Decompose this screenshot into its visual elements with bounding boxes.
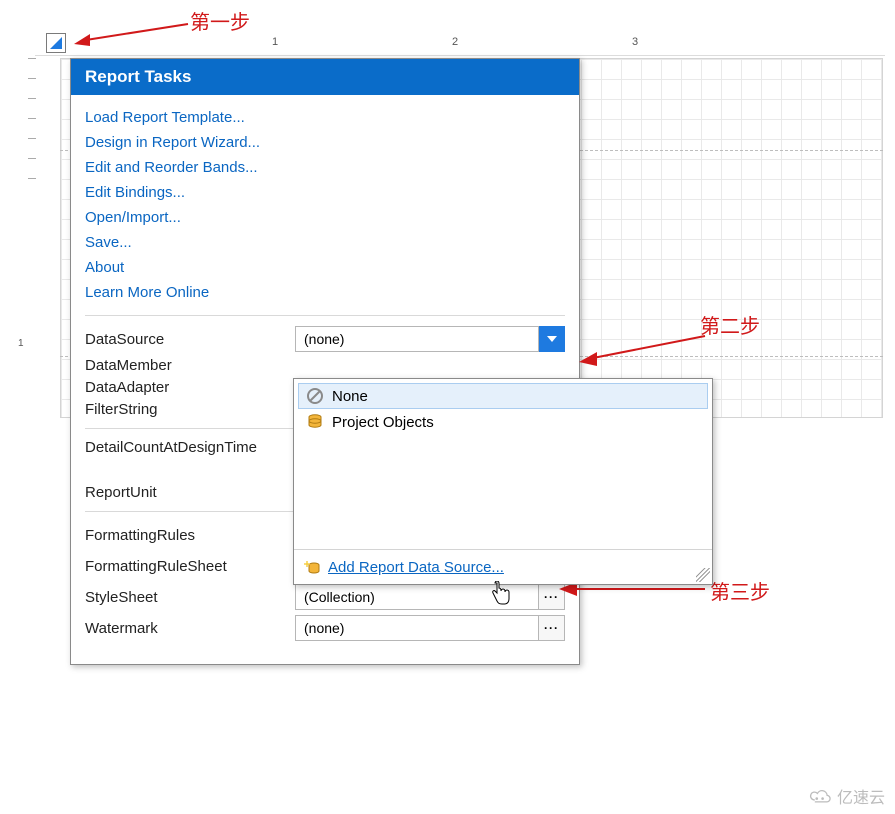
flyout-item-label: None [332,388,368,405]
popup-title: Report Tasks [71,59,579,95]
ruler-tick-2: 2 [452,36,458,48]
datasource-flyout: None Project Objects Add Report Data Sou… [293,378,713,585]
annotation-step2: 第二步 [700,310,760,339]
label-detailcount: DetailCountAtDesignTime [85,439,257,456]
label-reportunit: ReportUnit [85,484,295,501]
resize-grip[interactable] [696,568,710,582]
ruler-tick-1: 1 [272,36,278,48]
horizontal-ruler: 1 2 3 [35,34,885,56]
flyout-item-project-objects[interactable]: Project Objects [298,409,708,435]
label-formattingrules: FormattingRules [85,527,295,544]
task-link-open-import[interactable]: Open/Import... [85,205,565,230]
flyout-item-label: Project Objects [332,414,434,431]
label-filterstring: FilterString [85,401,295,418]
task-link-about[interactable]: About [85,255,565,280]
task-link-save[interactable]: Save... [85,230,565,255]
add-report-data-source-link[interactable]: Add Report Data Source... [328,559,504,576]
label-datamember: DataMember [85,357,295,374]
value-datasource[interactable]: (none) [295,326,539,352]
label-datasource: DataSource [85,331,295,348]
ellipsis-stylesheet-button[interactable]: ··· [539,584,565,610]
chevron-down-icon [547,336,557,342]
watermark-text: 亿速云 [837,784,885,808]
smart-tag-icon [49,36,63,50]
smart-tag-button[interactable] [46,33,66,53]
database-icon [306,413,324,431]
task-link-edit-bands[interactable]: Edit and Reorder Bands... [85,155,565,180]
value-watermark[interactable]: (none) [295,615,539,641]
add-datasource-icon [304,558,322,576]
divider [85,315,565,316]
task-link-edit-bindings[interactable]: Edit Bindings... [85,180,565,205]
label-stylesheet: StyleSheet [85,589,295,606]
watermark-logo: 亿速云 [807,784,885,808]
ellipsis-watermark-button[interactable]: ··· [539,615,565,641]
ruler-tick-3: 3 [632,36,638,48]
annotation-step3: 第三步 [710,576,770,605]
label-watermark: Watermark [85,620,295,637]
flyout-item-none[interactable]: None [298,383,708,409]
task-link-learn-more[interactable]: Learn More Online [85,280,565,305]
label-formattingrulesheet: FormattingRuleSheet [85,558,295,575]
label-dataadapter: DataAdapter [85,379,295,396]
vertical-ruler: 1 [20,58,36,428]
cloud-icon [807,787,833,805]
annotation-step1: 第一步 [190,6,250,35]
none-icon [306,387,324,405]
task-link-list: Load Report Template... Design in Report… [85,105,565,305]
dropdown-datasource-button[interactable] [539,326,565,352]
task-link-design-wizard[interactable]: Design in Report Wizard... [85,130,565,155]
task-link-load-template[interactable]: Load Report Template... [85,105,565,130]
value-stylesheet[interactable]: (Collection) [295,584,539,610]
